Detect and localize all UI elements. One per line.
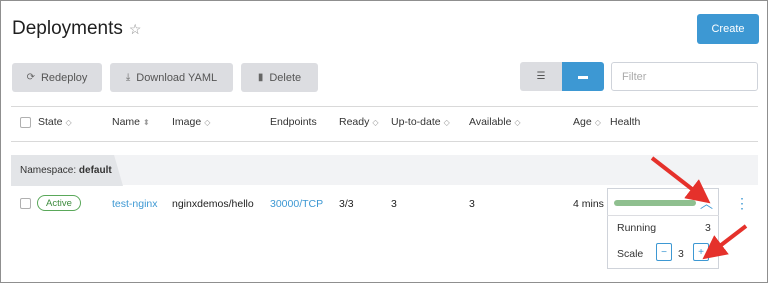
- sort-icon: ◇: [65, 117, 72, 127]
- available-cell: 3: [469, 198, 475, 210]
- redeploy-button[interactable]: ⟳ Redeploy: [12, 63, 102, 92]
- header-health: Health: [610, 116, 640, 128]
- header-state[interactable]: State ◇: [38, 116, 72, 128]
- namespace-value: default: [78, 165, 112, 176]
- sort-icon: ◇: [204, 117, 211, 127]
- scale-label: Scale: [617, 248, 644, 260]
- namespace-prefix: Namespace:: [20, 165, 77, 176]
- scale-up-button[interactable]: +: [693, 243, 709, 261]
- scale-value: 3: [678, 248, 684, 260]
- chevron-up-icon[interactable]: ︿: [700, 193, 713, 212]
- star-icon[interactable]: ☆: [129, 21, 142, 38]
- page-title-text: Deployments: [12, 18, 123, 39]
- endpoint-link[interactable]: 30000/TCP: [270, 198, 323, 210]
- download-icon: ⤓: [125, 72, 131, 83]
- header-state-label: State: [38, 116, 63, 128]
- namespace-band: [11, 155, 758, 185]
- folder-view-icon[interactable]: ▬: [562, 62, 604, 91]
- delete-label: Delete: [269, 71, 302, 84]
- download-yaml-button[interactable]: ⤓ Download YAML: [110, 63, 233, 92]
- redeploy-icon: ⟳: [26, 72, 35, 83]
- header-up-to-date[interactable]: Up-to-date ◇: [391, 116, 450, 128]
- sort-icon: ◇: [443, 117, 450, 127]
- deployment-name-link[interactable]: test-nginx: [112, 198, 158, 210]
- delete-button[interactable]: ▮ Delete: [241, 63, 318, 92]
- row-checkbox[interactable]: [20, 198, 31, 209]
- header-image[interactable]: Image ◇: [172, 116, 210, 128]
- sort-icon: ◇: [594, 117, 601, 127]
- header-name-label: Name: [112, 116, 141, 128]
- up-to-date-cell: 3: [391, 198, 397, 210]
- status-badge: Active: [37, 195, 81, 211]
- header-up-to-date-label: Up-to-date: [391, 116, 441, 128]
- running-value: 3: [705, 222, 711, 234]
- namespace-label: Namespace: default: [20, 165, 112, 176]
- header-age[interactable]: Age ◇: [573, 116, 601, 128]
- download-yaml-label: Download YAML: [136, 71, 218, 84]
- header-endpoints: Endpoints: [270, 116, 317, 128]
- running-label: Running: [617, 222, 657, 234]
- header-ready-label: Ready: [339, 116, 370, 128]
- sort-icon: ◇: [372, 117, 379, 127]
- ready-cell: 3/3: [339, 198, 354, 210]
- list-view-icon[interactable]: ☰: [520, 62, 562, 91]
- sort-icon: ⬍: [143, 117, 150, 127]
- image-cell: nginxdemos/hello: [172, 198, 254, 210]
- select-all-checkbox[interactable]: [20, 117, 31, 128]
- header-age-label: Age: [573, 116, 592, 128]
- header-available[interactable]: Available ◇: [469, 116, 521, 128]
- header-available-label: Available: [469, 116, 512, 128]
- page-title: Deployments ☆: [12, 18, 141, 40]
- filter-input[interactable]: Filter: [611, 62, 758, 91]
- age-cell: 4 mins: [573, 198, 604, 210]
- view-toggle: ☰ ▬: [520, 62, 604, 91]
- kebab-menu-icon[interactable]: ⋮: [735, 195, 749, 212]
- health-bar: [614, 200, 696, 206]
- create-button[interactable]: Create: [697, 14, 759, 44]
- header-name[interactable]: Name ⬍: [112, 116, 150, 128]
- scale-down-button[interactable]: −: [656, 243, 672, 261]
- header-endpoints-label: Endpoints: [270, 116, 317, 128]
- header-ready[interactable]: Ready ◇: [339, 116, 379, 128]
- redeploy-label: Redeploy: [40, 71, 88, 84]
- sort-icon: ◇: [514, 117, 521, 127]
- trash-icon: ▮: [257, 72, 264, 83]
- header-health-label: Health: [610, 116, 641, 128]
- header-image-label: Image: [172, 116, 202, 128]
